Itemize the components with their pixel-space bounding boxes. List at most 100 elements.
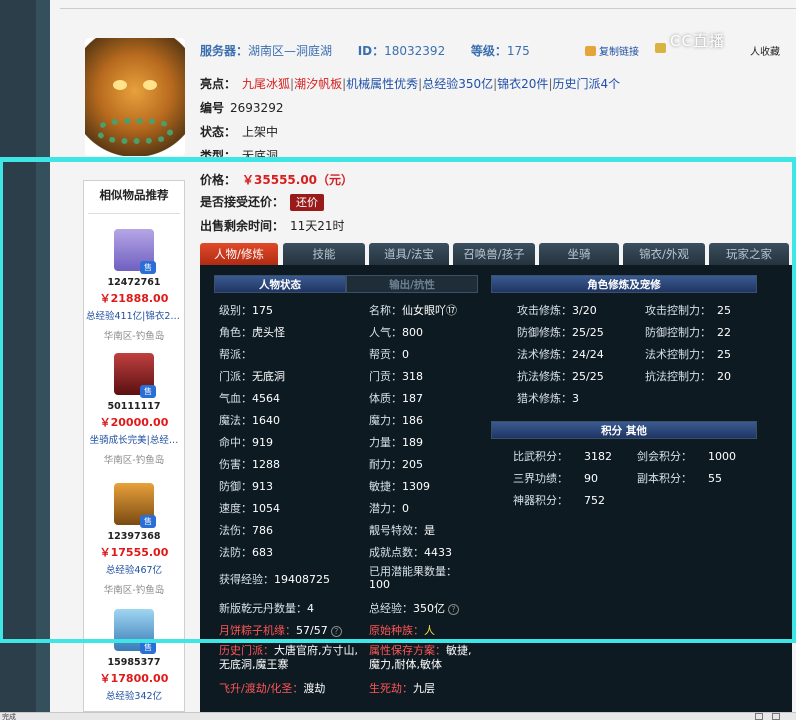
- rec-id: 50111117: [107, 401, 161, 412]
- subtab-cultivation[interactable]: 角色修炼及宠修: [491, 275, 757, 293]
- highlight-3[interactable]: 总经验350亿: [422, 77, 493, 91]
- stat-value: 913: [252, 480, 273, 493]
- stat-label: 伤害：: [219, 458, 252, 471]
- rec-desc[interactable]: 总经验467亿: [84, 562, 184, 576]
- status-icon-1[interactable]: [755, 713, 763, 720]
- highlight-0[interactable]: 九尾冰狐: [242, 77, 290, 91]
- rec-thumb-1[interactable]: 售: [114, 229, 156, 274]
- stat-value: 752: [584, 494, 605, 507]
- rec-item-4[interactable]: 售 15985377 ￥17800.00 总经验342亿: [84, 609, 184, 702]
- rec-desc[interactable]: 总经验342亿: [84, 688, 184, 702]
- stat-death-trial: 生死劫：九层: [369, 680, 435, 696]
- highlight-1[interactable]: 潮汐帆板: [294, 77, 342, 91]
- tab-mounts[interactable]: 坐骑: [539, 243, 619, 265]
- stat-value: 22: [717, 326, 731, 339]
- stat-label: 三界功绩：: [513, 472, 568, 485]
- status-text: 完成: [2, 713, 16, 720]
- stat-value: 350亿: [413, 602, 445, 615]
- subtab-resist[interactable]: 输出/抗性: [346, 275, 478, 293]
- tab-outfits[interactable]: 锦衣/外观: [623, 243, 705, 265]
- stat-label: 帮贡：: [369, 348, 402, 361]
- copy-link-button[interactable]: 复制链接: [585, 43, 639, 58]
- stat-label: 体质：: [369, 392, 402, 405]
- stat-value: 无底洞: [252, 370, 285, 383]
- stat-popularity: 人气：800: [369, 324, 423, 340]
- bargain-row: 是否接受还价： 还价: [200, 193, 325, 211]
- stat-mooncake: 月饼粽子机缘：57/57?: [219, 622, 342, 638]
- stat-label: 攻击控制力：: [645, 304, 711, 317]
- stat-label: 已用潜能果数量：: [369, 565, 457, 578]
- rec-thumb-4[interactable]: 售: [114, 609, 156, 654]
- collect-button[interactable]: [655, 43, 669, 55]
- stat-label: 命中：: [219, 436, 252, 449]
- stat-label: 获得经验：: [219, 573, 274, 586]
- stat-label: 成就点数：: [369, 546, 424, 559]
- status-icon-2[interactable]: [772, 713, 780, 720]
- stat-guild: 帮派：: [219, 346, 252, 362]
- bargain-button[interactable]: 还价: [290, 194, 325, 211]
- stat-value: 虎头怪: [252, 326, 285, 339]
- stat-value: 1054: [252, 502, 280, 515]
- cult-magic-ctrl: 法术控制力： 25: [645, 346, 731, 362]
- stat-pretty-id: 靓号特效：是: [369, 522, 435, 538]
- rec-item-3[interactable]: 售 12397368 ￥17555.00 总经验467亿 华南区-钓鱼岛: [84, 483, 184, 596]
- tab-home[interactable]: 玩家之家: [709, 243, 789, 265]
- stat-label: 防御：: [219, 480, 252, 493]
- stat-label: 防御控制力：: [645, 326, 711, 339]
- level-value: 175: [506, 44, 530, 58]
- tab-items[interactable]: 道具/法宝: [369, 243, 449, 265]
- highlights-label: 亮点：: [200, 77, 237, 91]
- stat-label: 角色：: [219, 326, 252, 339]
- similar-items-divider: [88, 213, 180, 214]
- tab-pets[interactable]: 召唤兽/孩子: [453, 243, 535, 265]
- stat-value: 是: [424, 524, 435, 537]
- stat-value: 4433: [424, 546, 452, 559]
- stats-panel: 人物状态 输出/抗性 角色修炼及宠修 积分 其他 级别：175 角色：虎头怪 帮…: [200, 265, 792, 712]
- number-value: 2693292: [230, 101, 284, 115]
- rec-thumb-3[interactable]: 售: [114, 483, 156, 528]
- stat-value: 55: [708, 472, 722, 485]
- highlight-4[interactable]: 锦衣20件: [497, 77, 548, 91]
- id-label: ID：: [357, 44, 385, 58]
- stat-label: 防御修炼：: [517, 326, 572, 339]
- highlight-2[interactable]: 机械属性优秀: [346, 77, 418, 91]
- similar-items-panel: 相似物品推荐 售 12472761 ￥21888.00 总经验411亿|锦衣20…: [83, 180, 185, 712]
- rec-price: ￥17800.00: [99, 672, 169, 685]
- stat-value: 4: [307, 602, 314, 615]
- overlay-line-bottom: [0, 639, 796, 643]
- overlay-line-top: [0, 157, 796, 162]
- status-row: 状态： 上架中: [200, 123, 278, 140]
- stat-label: 比武积分：: [513, 450, 568, 463]
- rec-item-2[interactable]: 售 50111117 ￥20000.00 坐骑成长完美|总经… 华南区-钓鱼岛: [84, 353, 184, 466]
- stat-magic-damage: 法伤：786: [219, 522, 273, 538]
- stat-value: 人: [424, 624, 435, 637]
- rec-item-1[interactable]: 售 12472761 ￥21888.00 总经验411亿|锦衣20件 华南区-钓…: [84, 229, 184, 342]
- subtab-status[interactable]: 人物状态: [214, 275, 346, 293]
- help-icon[interactable]: ?: [448, 604, 459, 615]
- rec-price: ￥20000.00: [99, 416, 169, 429]
- stat-label: 靓号特效：: [369, 524, 424, 537]
- stat-label: 月饼粽子机缘：: [219, 624, 296, 637]
- stat-mp: 魔法：1640: [219, 412, 280, 428]
- tab-character[interactable]: 人物/修炼: [200, 243, 278, 265]
- stat-value: 1000: [708, 450, 736, 463]
- stat-label: 抗法控制力：: [645, 370, 711, 383]
- highlight-5[interactable]: 历史门派4个: [552, 77, 620, 91]
- subtab-points[interactable]: 积分 其他: [491, 421, 757, 439]
- stat-value: 90: [584, 472, 598, 485]
- rec-desc[interactable]: 坐骑成长完美|总经…: [84, 432, 184, 446]
- stat-agility: 敏捷：1309: [369, 478, 430, 494]
- stat-strength: 力量：189: [369, 434, 423, 450]
- status-label: 状态：: [200, 125, 237, 139]
- sale-badge: 售: [140, 261, 156, 274]
- rec-desc[interactable]: 总经验411亿|锦衣20件: [84, 308, 184, 322]
- rec-thumb-2[interactable]: 售: [114, 353, 156, 398]
- stat-achievement: 成就点数：4433: [369, 544, 452, 560]
- stat-label: 新版乾元丹数量：: [219, 602, 307, 615]
- stat-endurance: 耐力：205: [369, 456, 423, 472]
- rec-id: 12472761: [107, 277, 161, 288]
- stat-label: 属性保存方案：: [369, 644, 446, 657]
- help-icon[interactable]: ?: [330, 626, 342, 637]
- stat-potential: 潜力：0: [369, 500, 409, 516]
- tab-skills[interactable]: 技能: [283, 243, 365, 265]
